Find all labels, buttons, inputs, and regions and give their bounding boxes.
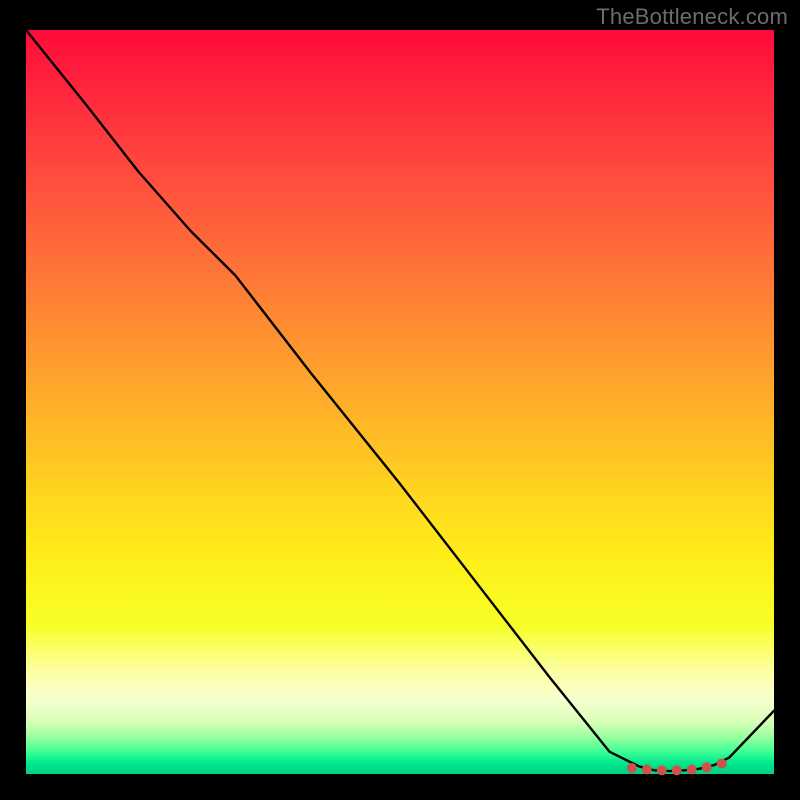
data-marker xyxy=(672,766,681,775)
chart-container: TheBottleneck.com xyxy=(0,0,800,800)
plot-area xyxy=(26,30,774,774)
data-marker xyxy=(687,765,696,774)
data-marker xyxy=(717,759,726,768)
chart-svg xyxy=(26,30,774,774)
data-marker xyxy=(627,764,636,773)
data-marker xyxy=(657,766,666,775)
data-marker xyxy=(702,763,711,772)
line-series xyxy=(26,30,774,771)
data-marker xyxy=(642,765,651,774)
watermark-text: TheBottleneck.com xyxy=(596,4,788,30)
